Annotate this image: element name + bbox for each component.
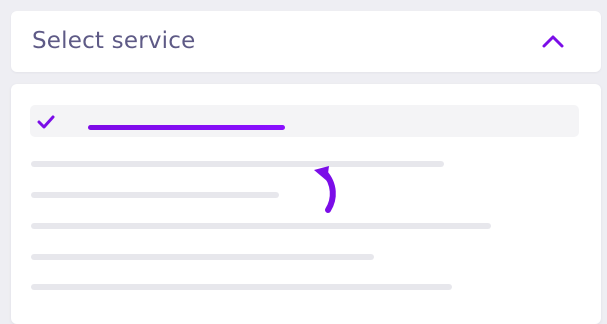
select-label: Select service xyxy=(32,28,196,54)
option-placeholder-5[interactable] xyxy=(31,284,452,290)
option-placeholder-4[interactable] xyxy=(31,254,374,260)
option-placeholder-2[interactable] xyxy=(31,192,279,198)
selected-option[interactable] xyxy=(30,105,579,137)
check-icon xyxy=(37,114,55,129)
service-select[interactable]: Select service xyxy=(11,11,601,72)
curved-arrow-pointer-icon xyxy=(308,164,344,218)
option-placeholder-3[interactable] xyxy=(31,223,491,229)
service-dropdown-list xyxy=(11,84,601,324)
selected-option-text-placeholder xyxy=(88,115,285,130)
chevron-up-icon[interactable] xyxy=(541,33,565,49)
option-placeholder-1[interactable] xyxy=(31,161,444,167)
